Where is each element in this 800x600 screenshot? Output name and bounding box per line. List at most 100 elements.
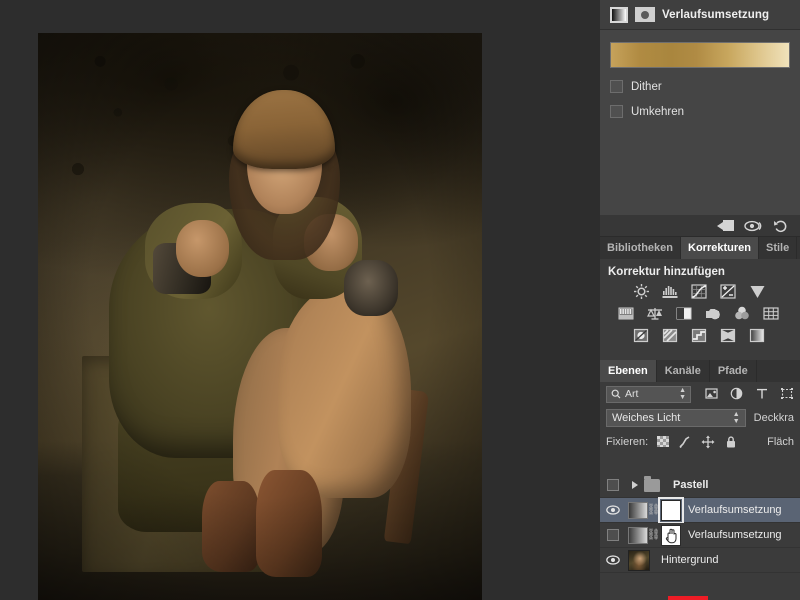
layer-thumbnail[interactable] <box>628 527 648 544</box>
chevron-right-icon <box>632 481 638 489</box>
photo-vignette <box>38 33 482 600</box>
lock-label: Fixieren: <box>606 436 648 448</box>
tab-bibliotheken[interactable]: Bibliotheken <box>600 237 681 259</box>
document-canvas-image[interactable] <box>38 33 482 600</box>
right-dock: Verlaufsumsetzung Dither Umkehren <box>600 0 800 600</box>
brightness-contrast-icon[interactable] <box>632 283 653 300</box>
visibility-off-box[interactable] <box>607 529 619 541</box>
chevron-updown-icon: ▲▼ <box>679 387 686 401</box>
eye-icon <box>606 555 620 565</box>
layer-name: Verlaufsumsetzung <box>688 504 782 516</box>
mask-link-icon[interactable]: ⛓ <box>648 505 659 516</box>
color-lookup-icon[interactable] <box>762 305 783 322</box>
properties-panel-title: Verlaufsumsetzung <box>662 9 769 21</box>
adjustments-panel: Bibliotheken Korrekturen Stile Korrektur… <box>600 215 800 360</box>
dither-row[interactable]: Dither <box>610 80 790 93</box>
visibility-off-box[interactable] <box>607 479 619 491</box>
layer-visibility-toggle[interactable] <box>600 479 626 491</box>
hue-saturation-icon[interactable] <box>617 305 638 322</box>
channel-mixer-icon[interactable] <box>733 305 754 322</box>
gradient-preview[interactable] <box>610 42 790 68</box>
type-filter-icon[interactable] <box>755 387 769 401</box>
dither-label: Dither <box>631 81 662 93</box>
black-white-icon[interactable] <box>675 305 696 322</box>
lock-position-icon[interactable] <box>701 435 715 449</box>
posterize-icon[interactable] <box>661 327 682 344</box>
dither-checkbox[interactable] <box>610 80 623 93</box>
chevron-updown-icon: ▲▼ <box>733 411 740 425</box>
selective-color-icon[interactable] <box>719 327 740 344</box>
properties-panel-header: Verlaufsumsetzung <box>600 0 800 30</box>
vibrance-icon[interactable] <box>748 283 769 300</box>
exposure-icon[interactable] <box>719 283 740 300</box>
tab-stile[interactable]: Stile <box>759 237 797 259</box>
tab-korrekturen[interactable]: Korrekturen <box>681 237 759 259</box>
adjustment-filter-icon[interactable] <box>730 387 744 401</box>
layer-name: Hintergrund <box>661 554 718 566</box>
clip-to-layer-icon[interactable] <box>717 219 734 233</box>
pixel-filter-icon[interactable] <box>705 387 719 401</box>
canvas-area[interactable] <box>0 0 600 600</box>
tab-pfade[interactable]: Pfade <box>710 360 757 382</box>
adjustment-row-3 <box>608 327 792 344</box>
gradient-fill-icon <box>610 7 628 23</box>
lock-image-icon[interactable] <box>678 435 692 449</box>
color-balance-icon[interactable] <box>646 305 667 322</box>
threshold-icon[interactable] <box>690 327 711 344</box>
properties-panel: Verlaufsumsetzung Dither Umkehren <box>600 0 800 215</box>
layer-thumbnail[interactable] <box>628 502 648 519</box>
lock-transparency-icon[interactable] <box>657 436 669 447</box>
panel-gutter <box>575 0 600 600</box>
folder-icon <box>644 479 660 492</box>
layer-filter-type-value: Art <box>625 388 675 400</box>
lock-all-icon[interactable] <box>724 435 738 449</box>
reverse-checkbox[interactable] <box>610 105 623 118</box>
reverse-label: Umkehren <box>631 106 684 118</box>
reset-undo-icon[interactable] <box>773 219 790 233</box>
fill-label: Fläch <box>767 436 794 448</box>
table-row[interactable]: Hintergrund <box>600 548 800 573</box>
layers-panel: Ebenen Kanäle Pfade Art ▲▼ <box>600 360 800 600</box>
layer-mask-thumbnail[interactable] <box>661 525 681 546</box>
table-row[interactable]: Pastell <box>600 473 800 498</box>
layer-list: Pastell ⛓ Verlaufsumsetzung <box>600 473 800 573</box>
layer-name: Verlaufsumsetzung <box>688 529 782 541</box>
adjustment-row-1 <box>608 283 792 300</box>
opacity-label: Deckkra <box>754 412 794 424</box>
eye-icon <box>606 505 620 515</box>
curves-icon[interactable] <box>690 283 711 300</box>
table-row[interactable]: ⛓ Verlaufsumsetzung <box>600 498 800 523</box>
layer-name: Pastell <box>673 479 708 491</box>
adjustments-tab-strip: Bibliotheken Korrekturen Stile <box>600 237 800 259</box>
adjustment-icon-grid <box>600 283 800 344</box>
add-adjustment-label: Korrektur hinzufügen <box>600 259 800 283</box>
layers-tab-strip: Ebenen Kanäle Pfade <box>600 360 800 382</box>
reverse-row[interactable]: Umkehren <box>610 105 790 118</box>
layer-visibility-toggle[interactable] <box>600 529 626 541</box>
layer-filter-type-select[interactable]: Art ▲▼ <box>606 386 691 403</box>
layer-thumbnail[interactable] <box>628 550 650 571</box>
mask-link-icon[interactable]: ⛓ <box>648 530 659 541</box>
invert-icon[interactable] <box>632 327 653 344</box>
shape-filter-icon[interactable] <box>780 387 794 401</box>
preview-eye-icon[interactable] <box>744 219 763 233</box>
search-icon <box>611 389 621 399</box>
adjustment-mask-icon <box>635 7 655 22</box>
gradient-map-icon[interactable] <box>748 327 769 344</box>
photoshop-window: Verlaufsumsetzung Dither Umkehren <box>0 0 800 600</box>
tab-kanaele[interactable]: Kanäle <box>657 360 710 382</box>
blend-mode-row: Weiches Licht ▲▼ Deckkra <box>600 406 800 430</box>
blend-mode-select[interactable]: Weiches Licht ▲▼ <box>606 409 746 427</box>
tab-ebenen[interactable]: Ebenen <box>600 360 657 382</box>
layer-mask-thumbnail[interactable] <box>661 500 681 521</box>
group-expand-toggle[interactable] <box>626 481 644 489</box>
layer-visibility-toggle[interactable] <box>600 505 626 515</box>
levels-icon[interactable] <box>661 283 682 300</box>
layer-visibility-toggle[interactable] <box>600 555 626 565</box>
properties-panel-footer-icons <box>600 215 800 237</box>
hand-cursor-icon <box>662 526 680 545</box>
table-row[interactable]: ⛓ Verlaufsumsetzung <box>600 523 800 548</box>
red-highlight-box <box>668 596 708 600</box>
photo-filter-icon[interactable] <box>704 305 725 322</box>
blend-mode-value: Weiches Licht <box>612 412 733 424</box>
